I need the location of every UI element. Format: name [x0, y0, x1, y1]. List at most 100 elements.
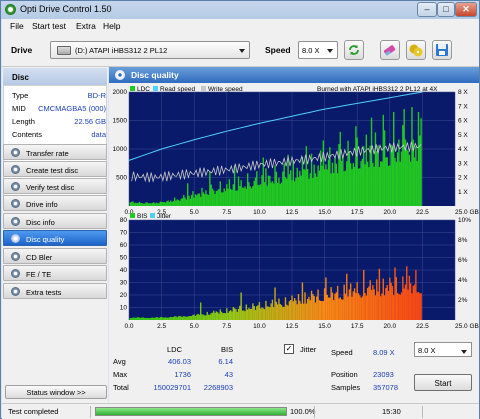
- y2-tick-label: 6%: [458, 257, 468, 264]
- minimize-button[interactable]: –: [417, 2, 437, 17]
- menu-start-test[interactable]: Start test: [32, 21, 66, 31]
- status-bar: Test completed 100.0% 15:30: [2, 403, 479, 419]
- toolbar: Drive (D:) ATAPI iHBS312 2 PL12 Speed 8.…: [2, 33, 479, 67]
- nav-transfer-rate[interactable]: Transfer rate: [3, 144, 107, 160]
- time-text: 15:30: [382, 407, 401, 416]
- x-tick-label: 22.5: [416, 323, 429, 330]
- refresh-icon: [349, 45, 359, 55]
- menu-bar: File Start test Extra Help: [2, 19, 479, 33]
- test-speed-select[interactable]: 8.0 X: [414, 342, 472, 357]
- y-tick-label: 10: [120, 305, 128, 312]
- position-value: 23093: [373, 370, 394, 379]
- jitter-checkbox[interactable]: ✓: [284, 344, 294, 354]
- app-window: Opti Drive Control 1.50 – □ ✕ File Start…: [0, 0, 480, 419]
- samples-value: 357078: [373, 383, 399, 392]
- y2-tick-label: 4 X: [458, 146, 468, 153]
- sidebar: Disc Type BD-R MID CMCMAGBA5 (000) Length 2…: [2, 67, 108, 403]
- close-button[interactable]: ✕: [455, 2, 477, 17]
- drive-select-value: (D:) ATAPI iHBS312 2 PL12: [75, 46, 168, 55]
- x-tick-label: 0.0: [124, 323, 133, 330]
- legend-bis: BIS: [137, 213, 148, 220]
- status-separator: [314, 406, 315, 418]
- nav-create-test-disc[interactable]: Create test disc: [3, 161, 107, 177]
- nav-drive-info[interactable]: Drive info: [3, 195, 107, 211]
- copy-button[interactable]: [406, 40, 426, 60]
- speed-select-value: 8.0 X: [302, 46, 320, 55]
- title-bar[interactable]: Opti Drive Control 1.50 – □ ✕: [1, 1, 479, 19]
- save-icon: [436, 44, 448, 56]
- x-tick-label: 7.5: [222, 323, 231, 330]
- status-window-button[interactable]: Status window >>: [5, 385, 107, 399]
- progress-bar: [95, 407, 287, 416]
- y2-tick-label: 2 X: [458, 175, 468, 182]
- nav-verify-test-disc[interactable]: Verify test disc: [3, 178, 107, 194]
- nav-disc-info[interactable]: Disc info: [3, 213, 107, 229]
- legend-ldc: LDC: [137, 86, 150, 93]
- speed-label: Speed: [265, 45, 291, 55]
- start-button[interactable]: Start: [414, 374, 472, 391]
- ldc-chart: 0.0 2.5 5.0 7.5 10.0 12.5 15.0 17.5 20.0 22.5 25.0…: [113, 86, 479, 216]
- x-tick-label: 10.0: [253, 209, 266, 216]
- drive-select[interactable]: (D:) ATAPI iHBS312 2 PL12: [50, 41, 250, 59]
- col-ldc-header: LDC: [167, 345, 183, 354]
- save-button[interactable]: [432, 40, 452, 60]
- x-tick-label: 25.0 GB: [455, 209, 479, 216]
- disc-row-type: Type BD-R: [12, 91, 106, 100]
- x-tick-label: 2.5: [157, 323, 166, 330]
- legend-jitter-swatch: [150, 213, 155, 218]
- disc-icon: [11, 165, 20, 174]
- y2-tick-label: 8 X: [458, 89, 468, 96]
- disc-quality-icon: [115, 70, 125, 80]
- col-bis-header: BIS: [221, 345, 234, 354]
- maximize-button[interactable]: □: [437, 2, 455, 17]
- y-tick-label: 30: [120, 280, 128, 287]
- menu-file[interactable]: File: [10, 21, 24, 31]
- stat-total-bis: 2268903: [203, 383, 233, 392]
- y-tick-label: 20: [120, 292, 128, 299]
- samples-label: Samples: [331, 383, 361, 392]
- disc-row-length: Length 22.56 GB: [12, 117, 106, 126]
- main-panel: Disc quality 0.0 2.5 5.0 7.5 10.0 12.5 15.0 17.…: [109, 67, 479, 403]
- stat-total-label: Total: [113, 383, 129, 392]
- progress-fill: [96, 408, 286, 415]
- disc-icon: [11, 199, 20, 208]
- stat-max-ldc: 1736: [174, 370, 191, 379]
- legend-write-speed: Write speed: [208, 86, 243, 93]
- status-separator: [90, 406, 91, 418]
- x-tick-label: 25.0 GB: [455, 323, 479, 330]
- status-separator: [422, 406, 423, 418]
- legend-jitter: Jitter: [157, 213, 172, 220]
- app-icon: [5, 4, 16, 15]
- drive-icon: [57, 46, 71, 55]
- disc-quality-charts: 0.0 2.5 5.0 7.5 10.0 12.5 15.0 17.5 20.0 22.5 25.0…: [109, 83, 479, 339]
- menu-help[interactable]: Help: [103, 21, 120, 31]
- status-text: Test completed: [8, 407, 59, 416]
- menu-extra[interactable]: Extra: [76, 21, 96, 31]
- position-label: Position: [331, 370, 358, 379]
- y2-tick-label: 4%: [458, 277, 468, 284]
- y-tick-label: 60: [120, 242, 128, 249]
- y-tick-label: 500: [116, 175, 127, 182]
- x-tick-label: 5.0: [190, 323, 199, 330]
- y2-tick-label: 5 X: [458, 132, 468, 139]
- speed-select[interactable]: 8.0 X: [298, 41, 338, 59]
- stat-max-bis: 43: [224, 370, 233, 379]
- nav-extra-tests[interactable]: Extra tests: [3, 283, 107, 299]
- y-tick-label: 1500: [113, 118, 128, 125]
- disc-icon: [11, 269, 20, 278]
- nav-cd-bler[interactable]: CD Bler: [3, 248, 107, 264]
- refresh-button[interactable]: [344, 40, 364, 60]
- speed-stat-label: Speed: [331, 348, 353, 357]
- y2-tick-label: 10%: [458, 217, 471, 224]
- disc-icon: [11, 148, 20, 157]
- nav-fe-te[interactable]: FE / TE: [3, 265, 107, 281]
- nav-disc-quality[interactable]: Disc quality: [3, 230, 107, 246]
- speed-stat-value: 8.09 X: [373, 348, 395, 357]
- x-tick-label: 20.0: [383, 209, 396, 216]
- erase-button[interactable]: [380, 40, 400, 60]
- x-tick-label: 5.0: [190, 209, 199, 216]
- bis-chart: 0.0 2.5 5.0 7.5 10.0 12.5 15.0 17.5 20.0 22.5 25.0…: [120, 213, 479, 330]
- y-tick-label: 50: [120, 255, 128, 262]
- x-tick-label: 20.0: [383, 323, 396, 330]
- drive-label: Drive: [11, 45, 33, 55]
